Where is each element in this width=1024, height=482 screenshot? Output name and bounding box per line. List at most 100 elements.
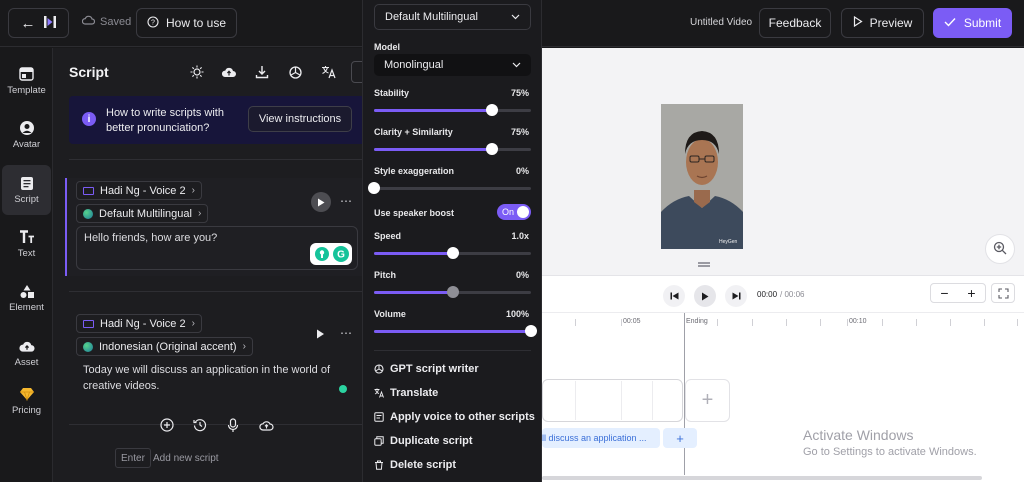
tick-mark	[847, 319, 848, 326]
style-slider[interactable]	[368, 182, 531, 194]
how-to-use-button[interactable]: ? How to use	[136, 8, 237, 38]
globe-icon	[83, 341, 93, 352]
pitch-slider[interactable]	[374, 286, 531, 298]
translate-icon	[374, 388, 384, 398]
fit-timeline-button[interactable]	[991, 283, 1015, 303]
nav-script[interactable]: Script	[2, 165, 51, 215]
grammarly-widget[interactable]: G	[310, 243, 352, 265]
timeline-ruler[interactable]	[542, 312, 1024, 328]
clarity-slider[interactable]	[374, 143, 531, 155]
translate-icon[interactable]	[319, 63, 337, 81]
back-button[interactable]: ←	[8, 8, 69, 38]
tick-mark	[950, 319, 951, 326]
play-icon[interactable]	[316, 328, 325, 342]
asset-icon	[18, 338, 35, 354]
nav-element-label: Element	[9, 302, 44, 313]
add-circle-icon[interactable]	[159, 417, 175, 433]
preview-button[interactable]: Preview	[841, 8, 924, 38]
avatar-video-preview[interactable]	[661, 104, 743, 249]
tick-mark	[916, 319, 917, 326]
download-icon[interactable]	[253, 63, 271, 81]
add-new-script-hint[interactable]: Add new script	[153, 453, 219, 464]
slider-knob[interactable]	[368, 182, 380, 194]
skip-back-button[interactable]	[663, 285, 685, 307]
nav-avatar[interactable]: Avatar	[2, 110, 51, 160]
nav-template-label: Template	[7, 85, 46, 96]
upload-icon[interactable]	[258, 417, 274, 433]
stability-slider[interactable]	[374, 104, 531, 116]
volume-value: 100%	[505, 309, 529, 319]
tick-mark	[1017, 319, 1018, 326]
language-selector[interactable]: Indonesian (Original accent) ›	[76, 337, 253, 356]
clip-frame-divider	[621, 381, 622, 420]
chevron-down-icon	[511, 11, 520, 23]
voice-name: Hadi Ng - Voice 2	[100, 184, 186, 197]
nav-asset[interactable]: Asset	[2, 328, 51, 378]
slider-knob[interactable]	[446, 286, 459, 298]
microphone-icon[interactable]	[225, 417, 241, 433]
nav-text[interactable]: Text	[2, 219, 51, 269]
slider-knob[interactable]	[485, 143, 498, 155]
language-select[interactable]: Default Multilingual	[374, 4, 531, 30]
speaker-boost-toggle[interactable]: On	[497, 204, 531, 220]
divider	[374, 350, 531, 351]
nav-element[interactable]: Element	[2, 273, 51, 323]
script-clip[interactable]: ll discuss an application ...	[542, 428, 660, 448]
timeline-play-button[interactable]	[694, 285, 716, 307]
voice-selector[interactable]: Hadi Ng - Voice 2 ›	[76, 314, 202, 333]
apply-voice-item[interactable]: Apply voice to other scripts	[374, 411, 535, 423]
zoom-in-icon	[993, 241, 1007, 258]
model-select[interactable]: Monolingual	[374, 54, 531, 76]
more-options-icon[interactable]: ⋯	[340, 194, 352, 208]
submit-label: Submit	[963, 16, 1002, 30]
nav-template[interactable]: Template	[2, 56, 51, 106]
plus-icon[interactable]: +	[967, 285, 975, 301]
slider-knob[interactable]	[446, 247, 459, 259]
more-tools-button[interactable]	[351, 61, 362, 83]
view-instructions-button[interactable]: View instructions	[248, 106, 352, 132]
cloud-upload-icon[interactable]	[220, 63, 238, 81]
timeline-scrollbar[interactable]	[542, 476, 982, 480]
tick-mark	[984, 319, 985, 326]
delete-script-item[interactable]: Delete script	[374, 459, 456, 471]
template-icon	[19, 66, 35, 82]
slider-knob[interactable]	[525, 325, 537, 337]
chevron-right-icon: ›	[191, 318, 195, 329]
translate-item[interactable]: Translate	[374, 387, 438, 399]
gpt-script-writer-item[interactable]: GPT script writer	[374, 363, 479, 375]
play-script-button[interactable]	[311, 192, 331, 212]
volume-slider[interactable]	[374, 325, 537, 337]
duplicate-script-item[interactable]: Duplicate script	[374, 435, 473, 447]
slider-knob[interactable]	[485, 104, 498, 116]
language-selector[interactable]: Default Multilingual ›	[76, 204, 209, 223]
brightness-icon[interactable]	[188, 63, 206, 81]
feedback-button[interactable]: Feedback	[759, 8, 831, 38]
add-script-clip-button[interactable]: +	[663, 428, 697, 448]
trash-icon	[374, 460, 384, 470]
skip-forward-button[interactable]	[725, 285, 747, 307]
openai-icon	[374, 364, 384, 374]
add-scene-button[interactable]: +	[685, 379, 730, 422]
submit-button[interactable]: Submit	[933, 8, 1012, 38]
nav-pricing-label: Pricing	[11, 405, 42, 416]
tick-label-ending: Ending	[686, 318, 708, 325]
speed-label: Speed	[374, 231, 402, 241]
voice-selector[interactable]: Hadi Ng - Voice 2 ›	[76, 181, 202, 200]
video-title[interactable]: Untitled Video	[690, 17, 752, 28]
minus-icon[interactable]: −	[940, 285, 948, 301]
speed-slider[interactable]	[374, 247, 531, 259]
more-options-icon[interactable]: ⋯	[340, 326, 352, 340]
zoom-in-button[interactable]	[985, 234, 1015, 264]
duplicate-icon	[374, 436, 384, 446]
scene-clip[interactable]	[542, 379, 683, 422]
timeline-zoom-control: − +	[930, 283, 986, 303]
nav-pricing[interactable]: Pricing	[2, 376, 51, 426]
help-icon: ?	[147, 15, 159, 31]
activate-windows-subtitle: Go to Settings to activate Windows.	[803, 446, 977, 458]
openai-icon[interactable]	[286, 63, 304, 81]
chevron-right-icon: ›	[191, 185, 195, 196]
resize-handle[interactable]	[698, 262, 710, 264]
style-value: 0%	[515, 166, 529, 176]
script-text[interactable]: Today we will discuss an application in …	[83, 362, 345, 394]
pause-history-icon[interactable]	[192, 417, 208, 433]
